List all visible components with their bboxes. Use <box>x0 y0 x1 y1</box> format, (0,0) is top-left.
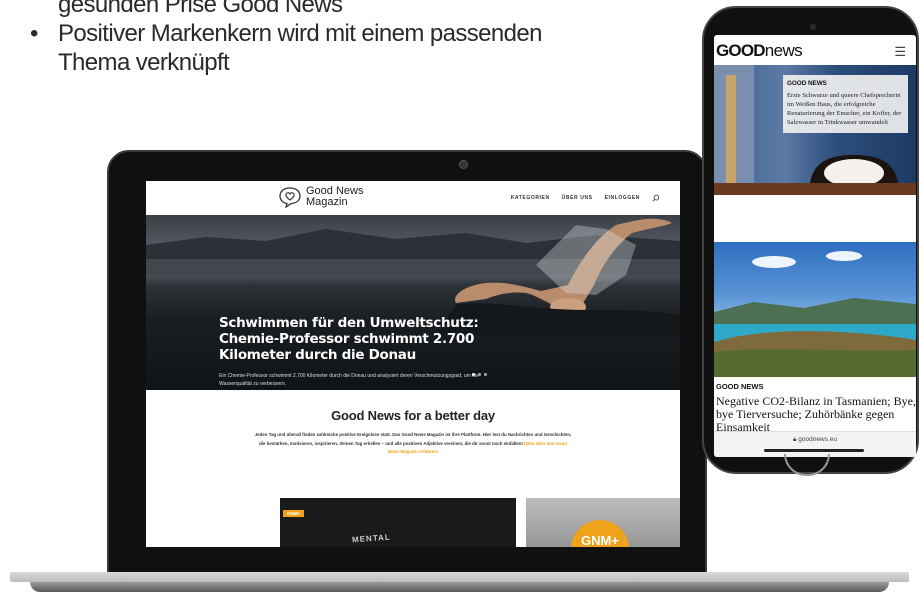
search-icon[interactable] <box>652 194 660 202</box>
site-logo-text: Good News Magazin <box>306 186 363 208</box>
bullet-1: gesunden Prise Good News <box>30 0 710 19</box>
bullet-2-line-1: Positiver Markenkern wird mit einem pass… <box>58 20 542 47</box>
nav-einloggen[interactable]: EINLOGGEN <box>605 195 640 201</box>
phone-url-wrap: 🔒︎ goodnews.eu <box>714 436 916 444</box>
phone-article-2-image[interactable] <box>714 242 916 377</box>
logo-line-2: Magazin <box>306 196 348 208</box>
bullet-1-text: gesunden Prise Good News <box>58 0 343 18</box>
site-nav: KATEGORIEN ÜBER UNS EINLOGGEN <box>511 194 660 202</box>
laptop-camera <box>459 160 468 169</box>
article-2-headline[interactable]: Negative CO2-Bilanz in Tasmanien; Bye, b… <box>716 395 916 434</box>
hero-title[interactable]: Schwimmen für den Umweltschutz: Chemie-P… <box>219 315 519 363</box>
phone-home-indicator[interactable] <box>764 449 864 452</box>
slide-bullets: gesunden Prise Good News • Positiver Mar… <box>30 0 710 77</box>
bullet-2: • Positiver Markenkern wird mit einem pa… <box>30 19 710 77</box>
phone-logo[interactable]: GOODnews <box>716 41 803 61</box>
carousel-dot[interactable] <box>484 373 487 376</box>
laptop-base-top <box>10 572 909 582</box>
bullet-dot: • <box>30 20 39 47</box>
laptop-base <box>0 566 919 597</box>
phone-article-1-overlay: GOOD NEWS Erste Schwarze und queere Chef… <box>783 75 908 133</box>
phone-url: goodnews.eu <box>798 436 837 443</box>
article-2-tag: GOOD NEWS <box>716 382 764 391</box>
hamburger-menu-icon[interactable]: ☰ <box>894 44 906 60</box>
tagline-heading: Good News for a better day <box>331 408 495 423</box>
site-header: Good News Magazin KATEGORIEN ÜBER UNS EI… <box>146 181 680 215</box>
lock-icon: 🔒︎ <box>793 436 797 443</box>
card-image-text: MENTAL <box>351 532 392 545</box>
phone-screen: GOODnews ☰ GOOD NEWS Erste Schwarze und … <box>714 35 916 457</box>
gnm-plus-badge: GNM+ <box>571 520 629 547</box>
phone-logo-bold: GOOD <box>716 41 766 60</box>
carousel-dot[interactable] <box>478 373 481 376</box>
article-card-gnm[interactable]: GNM+ <box>526 498 680 547</box>
hero-subtitle: Ein Chemie-Professor schwimmt 2.700 Kilo… <box>219 373 479 387</box>
website-screen: Good News Magazin KATEGORIEN ÜBER UNS EI… <box>146 181 680 547</box>
article-card-mental[interactable]: GNM+ MENTAL <box>280 498 516 547</box>
phone-header: GOODnews ☰ <box>714 35 916 65</box>
bullet-spacer <box>30 0 58 19</box>
laptop-base-bottom <box>30 582 889 592</box>
bullet-2-text: Positiver Markenkern wird mit einem pass… <box>58 19 542 77</box>
carousel-dot[interactable] <box>472 373 475 376</box>
article-cards: GNM+ MENTAL GNM+ <box>280 498 680 547</box>
phone-camera <box>810 24 816 30</box>
phone-logo-light: news <box>764 41 803 60</box>
tasmania-landscape <box>714 251 916 377</box>
nav-kategorien[interactable]: KATEGORIEN <box>511 195 550 201</box>
speech-heart-icon <box>279 187 301 208</box>
card-badge: GNM+ <box>283 510 305 517</box>
article-1-text[interactable]: Erste Schwarze und queere Chefsprecherin… <box>787 91 904 127</box>
tagline-body: Jeden Tag und überall finden zahlreiche … <box>253 431 573 457</box>
nav-ueber-uns[interactable]: ÜBER UNS <box>562 195 593 201</box>
bullet-2-line-2: Thema verknüpft <box>58 49 230 76</box>
tagline-section: Good News for a better day Jeden Tag und… <box>146 390 680 495</box>
hero-carousel-dots[interactable] <box>472 373 487 376</box>
hero-banner[interactable]: Schwimmen für den Umweltschutz: Chemie-P… <box>146 215 680 390</box>
phone-article-1-image[interactable]: GOOD NEWS Erste Schwarze und queere Chef… <box>714 65 916 195</box>
site-logo[interactable]: Good News Magazin <box>278 186 363 208</box>
article-1-tag: GOOD NEWS <box>787 80 827 87</box>
